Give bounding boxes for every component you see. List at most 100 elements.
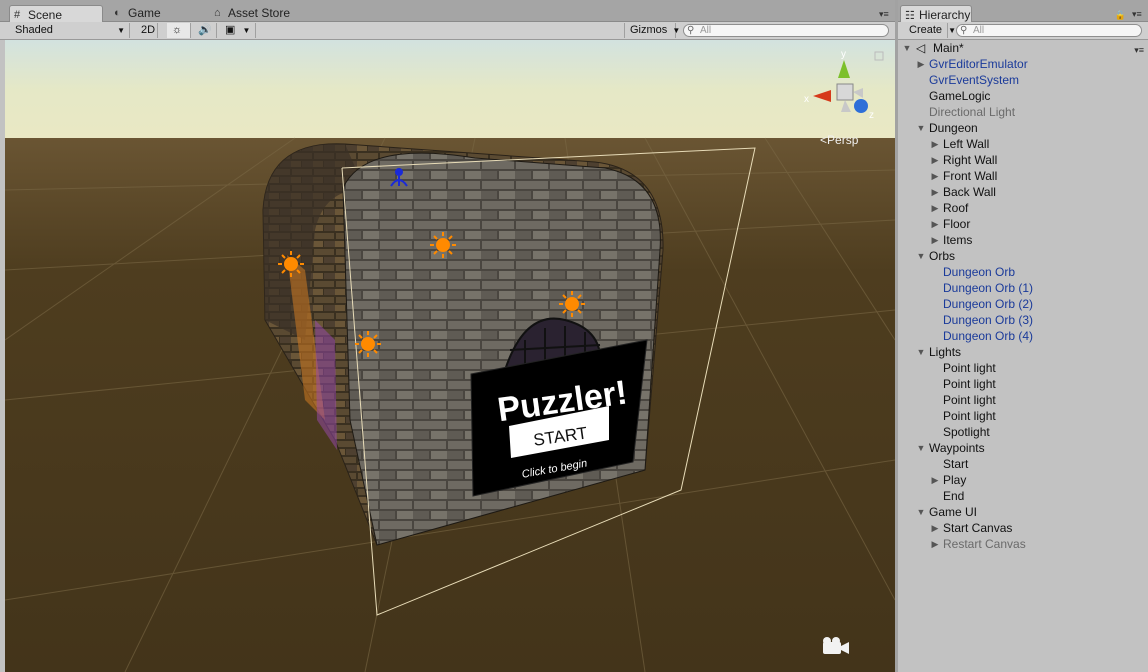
hierarchy-item-label: Spotlight [943,425,990,439]
collapse-arrow-icon[interactable]: ▶ [930,520,940,536]
hierarchy-item[interactable]: Dungeon Orb [898,264,1148,280]
gizmos-dropdown[interactable]: Gizmos ▼ [624,23,680,38]
collapse-arrow-icon[interactable]: ▶ [930,152,940,168]
hierarchy-item-label: Dungeon Orb (2) [943,297,1034,311]
hierarchy-item[interactable]: ▶ Play [898,472,1148,488]
collapse-arrow-icon[interactable]: ▶ [930,200,940,216]
dropdown-arrow-icon: ▼ [242,26,251,35]
expand-arrow-icon[interactable]: ▼ [916,504,926,520]
panel-menu-icon[interactable]: ▾≡ [879,10,891,19]
scene-panel: # Scene ◐ Game ⌂ Asset Store ▾≡ Shaded ▼… [0,0,895,672]
hierarchy-item[interactable]: ▼ Game UI [898,504,1148,520]
hierarchy-item-label: Restart Canvas [943,537,1026,551]
hierarchy-item[interactable]: ▶ Restart Canvas [898,536,1148,552]
speaker-icon: 🔊 [198,24,212,36]
collapse-arrow-icon[interactable]: ▶ [930,232,940,248]
hierarchy-item[interactable]: ▶ Start Canvas [898,520,1148,536]
image-icon: ▣ [225,24,236,36]
hierarchy-item-label: Game UI [929,505,978,519]
collapse-arrow-icon[interactable]: ▶ [930,136,940,152]
hierarchy-item-label: Orbs [929,249,956,263]
tab-asset-store[interactable]: ⌂ Asset Store [210,4,300,22]
effects-dropdown[interactable]: ▣ ▼ [220,23,256,38]
hierarchy-item-label: Roof [943,201,969,215]
scene-root-row[interactable]: ▼ ◁ Main* ▾≡ [898,40,1148,56]
hierarchy-item-label: Items [943,233,973,247]
hierarchy-item[interactable]: ▶ GvrEditorEmulator [898,56,1148,72]
hierarchy-item[interactable]: ▶ Front Wall [898,168,1148,184]
collapse-arrow-icon[interactable]: ▶ [930,472,940,488]
game-controller-icon: ◐ [114,7,121,19]
hierarchy-item-label: Directional Light [929,105,1016,119]
search-icon: ⚲ [687,25,695,36]
collapse-arrow-icon[interactable]: ▶ [930,168,940,184]
hierarchy-search-input[interactable]: ⚲ All [956,24,1142,37]
sun-icon: ☼ [172,24,183,36]
hierarchy-item-label: Dungeon Orb [943,265,1016,279]
expand-arrow-icon[interactable]: ▼ [902,40,912,56]
projection-label[interactable]: <Persp [820,133,859,147]
hierarchy-item[interactable]: GameLogic [898,88,1148,104]
panel-menu-icon[interactable]: ▾≡ [1132,10,1144,19]
hierarchy-item[interactable]: ▶ Items [898,232,1148,248]
hierarchy-item-label: Start Canvas [943,521,1013,535]
tab-hierarchy[interactable]: ☷ Hierarchy [900,5,972,23]
lock-icon[interactable]: 🔒 [1115,10,1126,21]
hierarchy-item[interactable]: Spotlight [898,424,1148,440]
scene-viewport[interactable]: Puzzler! START Click to begin y x z <Per… [5,40,895,672]
hierarchy-item-label: End [943,489,965,503]
hierarchy-item[interactable]: Dungeon Orb (2) [898,296,1148,312]
hierarchy-item-label: Point light [943,377,996,391]
grid-icon: # [14,9,21,21]
hierarchy-item[interactable]: GvrEventSystem [898,72,1148,88]
collapse-arrow-icon[interactable]: ▶ [930,216,940,232]
hierarchy-item[interactable]: ▶ Back Wall [898,184,1148,200]
create-dropdown[interactable]: Create ▼ [904,23,956,38]
collapse-arrow-icon[interactable]: ▶ [930,184,940,200]
hierarchy-item[interactable]: Point light [898,392,1148,408]
scene-search-input[interactable]: ⚲ All [683,24,889,37]
shading-mode-dropdown[interactable]: Shaded ▼ [10,23,130,38]
hierarchy-item[interactable]: Point light [898,408,1148,424]
hierarchy-item-label: GameLogic [929,89,991,103]
hierarchy-item[interactable]: ▶ Right Wall [898,152,1148,168]
audio-toggle-button[interactable]: 🔊 [193,23,217,38]
hierarchy-toolbar: Create ▼ ⚲ All [898,22,1148,40]
hierarchy-item[interactable]: ▼ Orbs [898,248,1148,264]
z-axis-cone-icon[interactable] [854,99,868,113]
hierarchy-item[interactable]: Point light [898,376,1148,392]
hierarchy-item[interactable]: Dungeon Orb (3) [898,312,1148,328]
hierarchy-item[interactable]: End [898,488,1148,504]
hierarchy-item[interactable]: ▼ Dungeon [898,120,1148,136]
hierarchy-item[interactable]: Point light [898,360,1148,376]
hierarchy-item-label: Back Wall [943,185,996,199]
hierarchy-item[interactable]: ▼ Waypoints [898,440,1148,456]
collapse-arrow-icon[interactable]: ▶ [930,536,940,552]
tab-game[interactable]: ◐ Game [110,4,171,22]
hierarchy-item-label: GvrEditorEmulator [929,57,1028,71]
hierarchy-item[interactable]: Start [898,456,1148,472]
hierarchy-item-label: Play [943,473,967,487]
expand-arrow-icon[interactable]: ▼ [916,120,926,136]
z-axis-label: z [869,110,874,121]
expand-arrow-icon[interactable]: ▼ [916,440,926,456]
expand-arrow-icon[interactable]: ▼ [916,344,926,360]
hierarchy-item[interactable]: ▶ Roof [898,200,1148,216]
hierarchy-item[interactable]: ▶ Left Wall [898,136,1148,152]
hierarchy-item-label: Dungeon Orb (4) [943,329,1034,343]
lighting-toggle-button[interactable]: ☼ [167,23,191,38]
hierarchy-tabbar: ☷ Hierarchy 🔒 ▾≡ [898,0,1148,23]
2d-toggle-button[interactable]: 2D [136,23,158,38]
hierarchy-item[interactable]: Dungeon Orb (1) [898,280,1148,296]
hierarchy-item[interactable]: ▶ Floor [898,216,1148,232]
hierarchy-item-label: Dungeon [929,121,978,135]
dropdown-arrow-icon: ▼ [672,26,681,35]
collapse-arrow-icon[interactable]: ▶ [916,56,926,72]
expand-arrow-icon[interactable]: ▼ [916,248,926,264]
tab-scene[interactable]: # Scene [9,5,103,23]
hierarchy-item[interactable]: ▼ Lights [898,344,1148,360]
hierarchy-item[interactable]: Directional Light [898,104,1148,120]
hierarchy-item[interactable]: Dungeon Orb (4) [898,328,1148,344]
hierarchy-item-label: Point light [943,409,996,423]
hierarchy-item-label: Left Wall [943,137,990,151]
